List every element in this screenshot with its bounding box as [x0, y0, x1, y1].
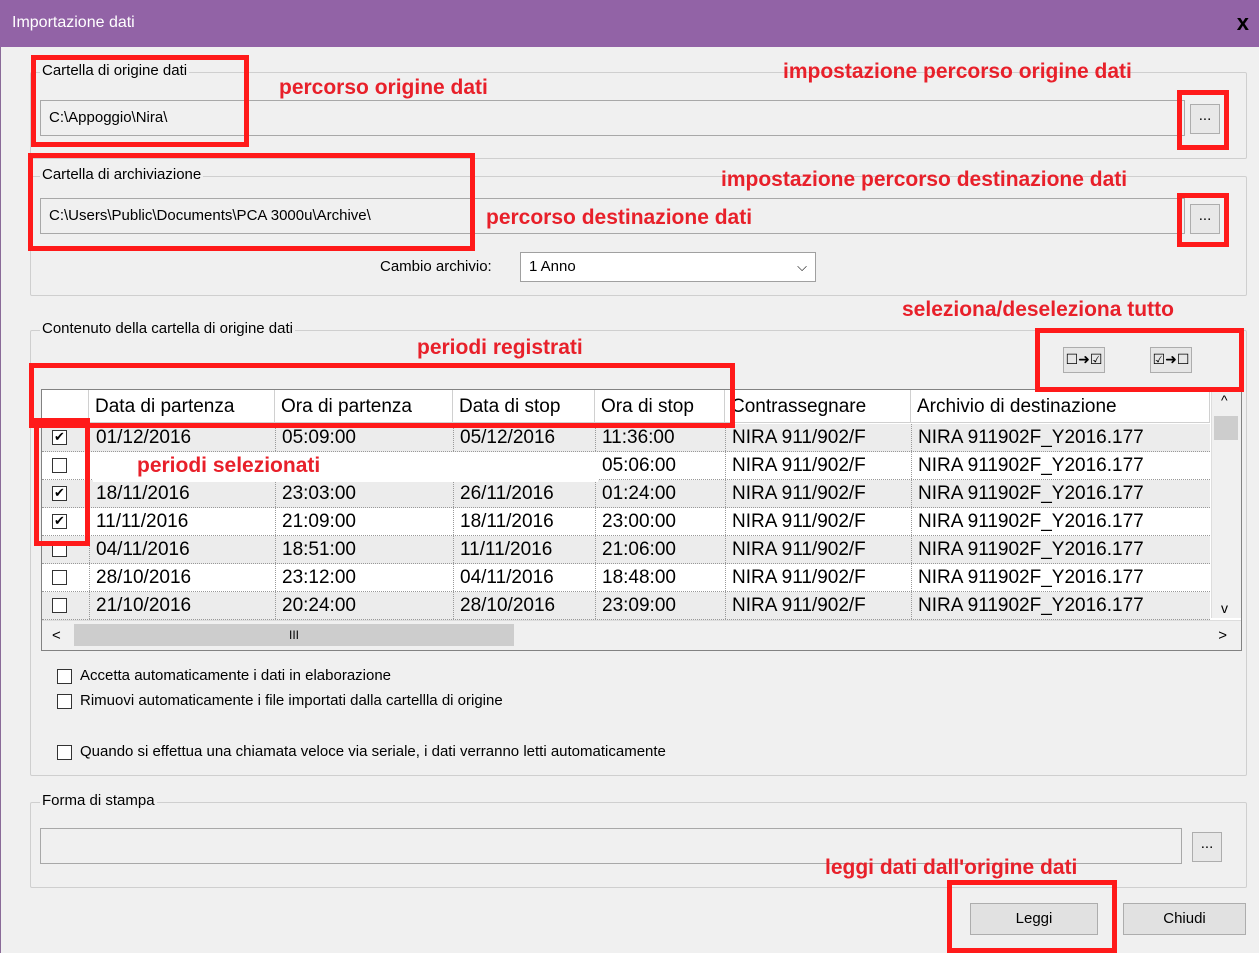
option-label-1: Rimuovi automaticamente i file importati…: [80, 692, 503, 709]
highlight-periods-selected: [34, 418, 90, 546]
vertical-scrollbar[interactable]: ^ v: [1211, 390, 1241, 618]
cell-start-date: 28/10/2016: [89, 564, 275, 591]
cell-archive: NIRA 911902F_Y2016.177: [911, 508, 1210, 535]
option-checkbox-0[interactable]: [57, 669, 72, 684]
highlight-periods-recorded: [29, 363, 735, 428]
cell-start-date: 01/12/2016: [89, 424, 275, 451]
cell-mark: NIRA 911/902/F: [725, 536, 911, 563]
scroll-hthumb[interactable]: III: [74, 624, 514, 646]
close-icon[interactable]: x: [1237, 10, 1249, 36]
cell-archive: NIRA 911902F_Y2016.177: [911, 536, 1210, 563]
cell-stop-date: 26/11/2016: [453, 480, 595, 507]
option-label-2: Quando si effettua una chiamata veloce v…: [80, 743, 666, 760]
table-row[interactable]: 21/10/2016 20:24:00 28/10/2016 23:09:00 NIRA…: [42, 592, 1210, 620]
cell-stop-time: 23:09:00: [595, 592, 725, 619]
cell-archive: NIRA 911902F_Y2016.177: [911, 452, 1210, 479]
cell-start-time: 23:03:00: [275, 480, 453, 507]
highlight-archive-browse: [1177, 193, 1229, 247]
highlight-archive-path: [28, 153, 475, 251]
cell-stop-date: 05/12/2016: [453, 424, 595, 451]
cell-archive: NIRA 911902F_Y2016.177: [911, 592, 1210, 619]
cell-archive: NIRA 911902F_Y2016.177: [911, 564, 1210, 591]
cell-start-date: 18/11/2016: [89, 480, 275, 507]
table-row[interactable]: 28/10/2016 23:12:00 04/11/2016 18:48:00 NIRA…: [42, 564, 1210, 592]
cell-stop-date: 04/11/2016: [453, 564, 595, 591]
table-row[interactable]: 04/11/2016 18:51:00 11/11/2016 21:06:00 NIRA…: [42, 536, 1210, 564]
archive-change-select[interactable]: 1 Anno ⌵: [520, 252, 816, 282]
cell-start-date: 04/11/2016: [89, 536, 275, 563]
window-title: Importazione dati: [12, 14, 135, 31]
annotation-select-all: seleziona/deseleziona tutto: [902, 298, 1174, 321]
close-button[interactable]: Chiudi: [1123, 903, 1246, 935]
periods-table[interactable]: Data di partenza Ora di partenza Data di…: [41, 389, 1242, 651]
table-row[interactable]: ✔ 01/12/2016 05:09:00 05/12/2016 11:36:00 NIR…: [42, 424, 1210, 452]
chevron-down-icon: ⌵: [797, 259, 807, 274]
option-checkbox-1[interactable]: [57, 694, 72, 709]
cell-stop-time: 01:24:00: [595, 480, 725, 507]
horizontal-scrollbar[interactable]: < III >: [42, 620, 1241, 650]
scroll-grip: III: [288, 628, 299, 642]
content-group-label: Contenuto della cartella di origine dati: [40, 320, 295, 337]
annotation-periods-selected: periodi selezionati: [137, 454, 321, 477]
annotation-read-data: leggi dati dall'origine dati: [825, 856, 1078, 879]
header-archive[interactable]: Archivio di destinazione: [911, 390, 1210, 423]
cell-archive: NIRA 911902F_Y2016.177: [911, 480, 1210, 507]
scroll-left-icon[interactable]: <: [52, 627, 61, 644]
highlight-read-button: [947, 880, 1117, 953]
table-row[interactable]: ✔ 18/11/2016 23:03:00 26/11/2016 01:24:00 NIR…: [42, 480, 1210, 508]
cell-mark: NIRA 911/902/F: [725, 564, 911, 591]
cell-stop-time: 21:06:00: [595, 536, 725, 563]
scroll-right-icon[interactable]: >: [1218, 627, 1227, 644]
cell-stop-date: 11/11/2016: [453, 536, 595, 563]
option-checkbox-2[interactable]: [57, 745, 72, 760]
annotation-source-setting: impostazione percorso origine dati: [783, 60, 1132, 83]
print-group-label: Forma di stampa: [40, 792, 157, 809]
scroll-down-icon[interactable]: v: [1221, 600, 1228, 616]
cell-start-time: 20:24:00: [275, 592, 453, 619]
cell-mark: NIRA 911/902/F: [725, 452, 911, 479]
cell-stop-time: 23:00:00: [595, 508, 725, 535]
print-browse-button[interactable]: ...: [1192, 832, 1222, 862]
archive-change-value: 1 Anno: [529, 258, 576, 275]
cell-start-time: 05:09:00: [275, 424, 453, 451]
archive-change-label: Cambio archivio:: [380, 258, 492, 275]
option-label-0: Accetta automaticamente i dati in elabor…: [80, 667, 392, 684]
cell-stop-time: 11:36:00: [595, 424, 725, 451]
cell-stop-time: 18:48:00: [595, 564, 725, 591]
cell-stop-date: 18/11/2016: [453, 508, 595, 535]
highlight-source-browse: [1177, 90, 1229, 150]
cell-stop-date: 28/10/2016: [453, 592, 595, 619]
cell-mark: NIRA 911/902/F: [725, 508, 911, 535]
cell-start-date: 21/10/2016: [89, 592, 275, 619]
scroll-thumb[interactable]: [1214, 416, 1238, 440]
header-mark[interactable]: Contrassegnare: [725, 390, 911, 423]
cell-stop-time: 05:06:00: [595, 452, 725, 479]
annotation-source-path: percorso origine dati: [279, 76, 488, 99]
annotation-periods-recorded: periodi registrati: [417, 336, 583, 359]
cell-archive: NIRA 911902F_Y2016.177: [911, 424, 1210, 451]
annotation-dest-path: percorso destinazione dati: [486, 206, 753, 229]
highlight-source-path: [31, 55, 249, 147]
title-bar: Importazione dati x: [0, 0, 1259, 47]
cell-start-date: 11/11/2016: [89, 508, 275, 535]
cell-mark: NIRA 911/902/F: [725, 480, 911, 507]
row-checkbox[interactable]: [52, 570, 67, 585]
cell-start-time: 18:51:00: [275, 536, 453, 563]
cell-start-time: 23:12:00: [275, 564, 453, 591]
cell-mark: NIRA 911/902/F: [725, 424, 911, 451]
table-row[interactable]: ✔ 11/11/2016 21:09:00 18/11/2016 23:00:00 NIR…: [42, 508, 1210, 536]
scroll-up-icon[interactable]: ^: [1221, 392, 1228, 408]
cell-start-time: 21:09:00: [275, 508, 453, 535]
annotation-dest-setting: impostazione percorso destinazione dati: [721, 168, 1128, 191]
highlight-select-all: [1035, 328, 1244, 392]
row-checkbox[interactable]: [52, 598, 67, 613]
cell-mark: NIRA 911/902/F: [725, 592, 911, 619]
